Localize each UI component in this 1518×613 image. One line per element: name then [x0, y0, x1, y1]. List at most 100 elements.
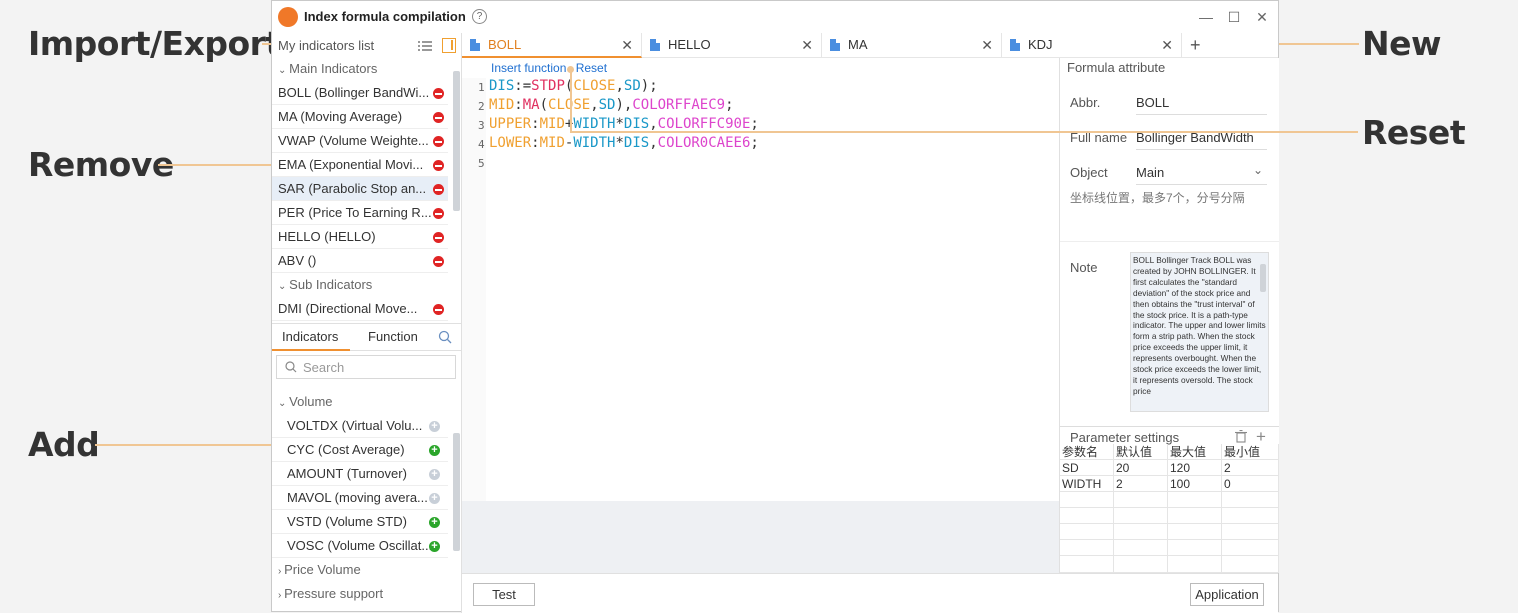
remove-icon[interactable]: [433, 232, 444, 243]
table-cell-empty[interactable]: [1168, 492, 1222, 508]
list-icon[interactable]: [418, 39, 432, 53]
group-pressure-support[interactable]: › Pressure support: [278, 582, 383, 606]
fullname-field[interactable]: Bollinger BandWidth: [1136, 130, 1267, 150]
group-price-volume[interactable]: › Price Volume: [278, 558, 361, 582]
remove-icon[interactable]: [433, 160, 444, 171]
close-icon[interactable]: ✕: [801, 33, 813, 57]
remove-icon[interactable]: [433, 136, 444, 147]
tab-boll[interactable]: BOLL ✕: [462, 33, 642, 58]
remove-icon[interactable]: [433, 256, 444, 267]
application-button[interactable]: Application: [1190, 583, 1264, 606]
remove-icon[interactable]: [433, 304, 444, 315]
maximize-button[interactable]: ☐: [1224, 7, 1244, 27]
table-cell-empty[interactable]: [1114, 540, 1168, 556]
tab-ma[interactable]: MA ✕: [822, 33, 1002, 58]
close-icon[interactable]: ✕: [621, 33, 633, 57]
list-item[interactable]: BOLL (Bollinger BandWi...: [272, 81, 448, 105]
table-cell-empty[interactable]: [1168, 508, 1222, 524]
test-button[interactable]: Test: [473, 583, 535, 606]
search-input[interactable]: Search: [276, 355, 456, 379]
tab-indicators-underline: [272, 349, 350, 351]
add-icon[interactable]: +: [429, 469, 440, 480]
reset-link[interactable]: Reset: [576, 61, 607, 75]
search-icon[interactable]: [438, 330, 452, 347]
table-cell-empty[interactable]: [1114, 492, 1168, 508]
table-cell[interactable]: 100: [1168, 476, 1222, 492]
list-item[interactable]: EMA (Exponential Movi...: [272, 153, 448, 177]
note-textarea[interactable]: BOLL Bollinger Track BOLL was created by…: [1130, 252, 1269, 412]
close-button[interactable]: ✕: [1252, 7, 1272, 27]
list-item[interactable]: VWAP (Volume Weighte...: [272, 129, 448, 153]
tab-kdj[interactable]: KDJ ✕: [1002, 33, 1182, 58]
tab-function[interactable]: Function: [368, 329, 418, 344]
add-icon[interactable]: +: [429, 445, 440, 456]
tab-hello[interactable]: HELLO ✕: [642, 33, 822, 58]
table-cell[interactable]: 2: [1222, 460, 1279, 476]
add-icon[interactable]: +: [429, 421, 440, 432]
table-cell[interactable]: SD: [1060, 460, 1114, 476]
group-sub-indicators[interactable]: ⌄ Sub Indicators: [278, 273, 372, 297]
remove-icon[interactable]: [433, 88, 444, 99]
table-cell-empty[interactable]: [1222, 508, 1279, 524]
table-cell-empty[interactable]: [1168, 540, 1222, 556]
table-cell-empty[interactable]: [1168, 524, 1222, 540]
table-cell-empty[interactable]: [1060, 556, 1114, 573]
my-indicators-header: My indicators list: [278, 38, 375, 53]
group-main-indicators[interactable]: ⌄ Main Indicators: [278, 57, 377, 81]
close-icon[interactable]: ✕: [1161, 33, 1173, 57]
table-cell-empty[interactable]: [1222, 540, 1279, 556]
object-select[interactable]: Main ⌄: [1136, 165, 1267, 185]
add-icon[interactable]: +: [429, 517, 440, 528]
remove-icon[interactable]: [433, 208, 444, 219]
table-cell-empty[interactable]: [1060, 524, 1114, 540]
table-cell-empty[interactable]: [1222, 556, 1279, 573]
remove-icon[interactable]: [433, 184, 444, 195]
list-item-selected[interactable]: SAR (Parabolic Stop an...: [272, 177, 448, 201]
list-item[interactable]: MAVOL (moving avera... +: [272, 486, 448, 510]
table-cell-empty[interactable]: [1114, 508, 1168, 524]
list-item[interactable]: DMI (Directional Move...: [272, 297, 448, 321]
table-cell-empty[interactable]: [1114, 524, 1168, 540]
new-tab-plus-icon[interactable]: +: [1190, 33, 1201, 57]
abbr-field[interactable]: BOLL: [1136, 95, 1267, 115]
list-item[interactable]: MA (Moving Average): [272, 105, 448, 129]
list-item[interactable]: AMOUNT (Turnover) +: [272, 462, 448, 486]
table-cell[interactable]: 2: [1114, 476, 1168, 492]
code-editor[interactable]: Insert function Reset 1 2 3 4 5 DIS:=STD…: [462, 58, 1059, 501]
trash-icon[interactable]: [1235, 429, 1247, 443]
list-item[interactable]: VSTD (Volume STD) +: [272, 510, 448, 534]
table-cell-empty[interactable]: [1114, 556, 1168, 573]
table-cell-empty[interactable]: [1222, 524, 1279, 540]
group-volume[interactable]: ⌄ Volume: [278, 390, 333, 414]
table-cell-empty[interactable]: [1222, 492, 1279, 508]
close-icon[interactable]: ✕: [981, 33, 993, 57]
note-scrollbar[interactable]: [1260, 264, 1266, 292]
group-volume-label: Volume: [289, 394, 333, 409]
table-cell[interactable]: WIDTH: [1060, 476, 1114, 492]
table-cell[interactable]: 0: [1222, 476, 1279, 492]
table-cell-empty[interactable]: [1060, 540, 1114, 556]
list-item[interactable]: CYC (Cost Average) +: [272, 438, 448, 462]
remove-icon[interactable]: [433, 112, 444, 123]
tab-indicators[interactable]: Indicators: [282, 329, 338, 344]
add-icon[interactable]: +: [429, 541, 440, 552]
table-cell-empty[interactable]: [1060, 508, 1114, 524]
list-item[interactable]: ABV (): [272, 249, 448, 273]
import-export-icon[interactable]: [442, 38, 456, 53]
list-item[interactable]: HELLO (HELLO): [272, 225, 448, 249]
scrollbar-bottom[interactable]: [453, 433, 460, 551]
table-cell[interactable]: 120: [1168, 460, 1222, 476]
document-icon: [470, 39, 480, 51]
output-area: [462, 501, 1059, 573]
help-icon[interactable]: ?: [472, 9, 487, 24]
list-item[interactable]: VOLTDX (Virtual Volu... +: [272, 414, 448, 438]
table-cell-empty[interactable]: [1168, 556, 1222, 573]
table-cell-empty[interactable]: [1060, 492, 1114, 508]
minimize-button[interactable]: —: [1196, 7, 1216, 27]
list-item[interactable]: VOSC (Volume Oscillat... +: [272, 534, 448, 558]
scrollbar-top[interactable]: [453, 71, 460, 211]
insert-function-link[interactable]: Insert function: [491, 61, 566, 75]
list-item[interactable]: PER (Price To Earning R...: [272, 201, 448, 225]
add-icon[interactable]: +: [429, 493, 440, 504]
table-cell[interactable]: 20: [1114, 460, 1168, 476]
